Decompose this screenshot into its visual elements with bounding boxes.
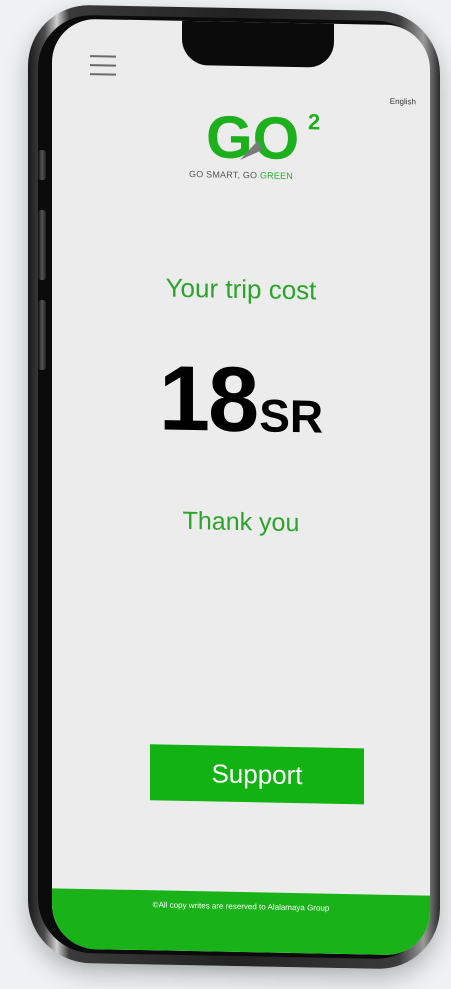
go-logo-icon: GO 2 — [206, 103, 320, 172]
trip-cost-label: Your trip cost — [165, 272, 317, 306]
hamburger-menu-icon[interactable] — [90, 55, 116, 77]
logo-text: GO — [206, 103, 299, 172]
phone-notch — [182, 18, 334, 68]
trip-cost-amount: 18SR — [52, 344, 430, 456]
phone-volume-down-button — [38, 300, 46, 370]
phone-volume-up-button — [38, 210, 46, 280]
support-button[interactable]: Support — [150, 744, 364, 805]
app-screen: English GO 2 GO SMART, GO GREEN Your tri… — [52, 18, 430, 956]
footer-bar: ©All copy writes are reserved to Alalama… — [52, 888, 430, 956]
cost-currency: SR — [259, 389, 324, 443]
cost-value: 18 — [158, 347, 258, 452]
phone-mute-switch — [38, 150, 46, 180]
tagline-highlight: GREEN — [259, 170, 293, 181]
language-selector[interactable]: English — [390, 97, 416, 107]
copyright-text: ©All copy writes are reserved to Alalama… — [152, 900, 330, 913]
thank-you-message: Thank you — [182, 506, 300, 538]
tagline-text: GO SMART, GO — [189, 169, 260, 181]
logo-superscript: 2 — [308, 109, 320, 134]
product-mockup: English GO 2 GO SMART, GO GREEN Your tri… — [0, 0, 451, 989]
